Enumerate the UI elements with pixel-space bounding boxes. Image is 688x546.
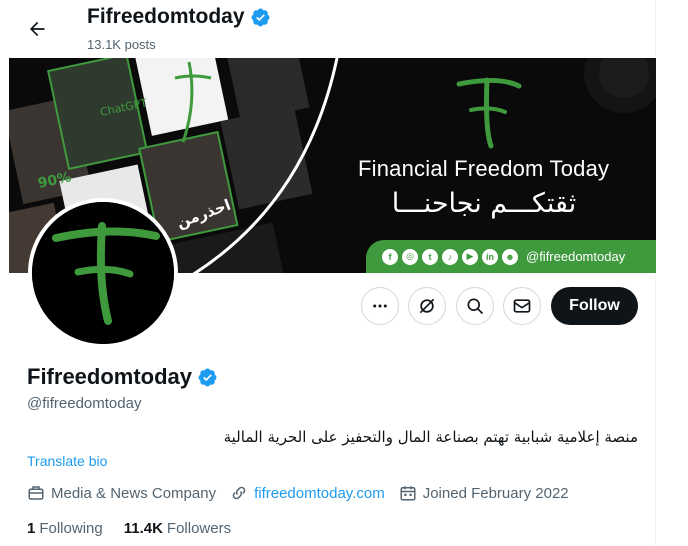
banner-social-bar: f ◎ t ♪ ▶ in ☻ @fifreedomtoday: [366, 240, 656, 273]
post-count: 13.1K posts: [87, 37, 156, 52]
tiktok-icon: ♪: [442, 248, 458, 265]
following-label: Following: [39, 520, 103, 537]
profile-name-text: Fifreedomtoday: [27, 364, 193, 389]
linkedin-icon: in: [482, 248, 498, 265]
facebook-icon: f: [382, 248, 398, 265]
header-title: Fifreedomtoday: [87, 5, 271, 29]
category-text: Media & News Company: [51, 484, 217, 502]
more-dots-icon: [373, 304, 387, 308]
header-name: Fifreedomtoday: [87, 5, 245, 28]
more-button[interactable]: [361, 287, 399, 325]
link-icon: [232, 486, 246, 500]
follow-counts: 1 Following 11.4K Followers: [27, 520, 231, 537]
followers-count: 11.4K: [123, 520, 163, 537]
grok-icon: [419, 298, 435, 314]
verified-badge-icon: [251, 8, 269, 26]
briefcase-icon: [28, 486, 44, 500]
profile-name: Fifreedomtoday: [27, 364, 218, 390]
joined-text: Joined February 2022: [422, 484, 569, 502]
message-button[interactable]: [503, 287, 541, 325]
banner-slogan: ثقتكـــم نجاحنـــا: [391, 188, 577, 219]
avatar[interactable]: [28, 198, 178, 348]
instagram-icon: ◎: [402, 248, 418, 265]
following-link[interactable]: 1 Following: [27, 520, 103, 537]
translate-bio-link[interactable]: Translate bio: [27, 453, 107, 469]
youtube-icon: ▶: [462, 248, 478, 265]
back-button[interactable]: [20, 12, 54, 46]
following-count: 1: [27, 520, 36, 537]
arrow-left-icon: [30, 21, 45, 37]
followers-label: Followers: [166, 520, 232, 537]
twitter-icon: t: [422, 248, 438, 265]
profile-handle: @fifreedomtoday: [27, 395, 142, 412]
verified-badge-icon[interactable]: [197, 367, 218, 388]
banner-handle: @fifreedomtoday: [526, 249, 626, 264]
envelope-icon: [513, 299, 531, 313]
profile-meta: Media & News Company fifreedomtoday.com …: [27, 484, 583, 502]
banner-title: Financial Freedom Today: [358, 156, 610, 181]
follow-button[interactable]: Follow: [551, 287, 638, 325]
profile-page: Fifreedomtoday 13.1K posts ChatGPT 90% ا…: [0, 0, 656, 546]
grok-button[interactable]: [408, 287, 446, 325]
followers-link[interactable]: 11.4K Followers: [124, 520, 231, 537]
website-link[interactable]: fifreedomtoday.com: [254, 485, 385, 502]
snapchat-icon: ☻: [502, 248, 518, 265]
website-item: fifreedomtoday.com: [230, 484, 385, 502]
profile-bio: منصة إعلامية شبابية تهتم بصناعة المال وا…: [223, 428, 638, 446]
top-bar: Fifreedomtoday 13.1K posts: [0, 0, 656, 58]
search-icon: [467, 298, 484, 315]
joined-item: Joined February 2022: [399, 484, 569, 502]
calendar-icon: [400, 486, 416, 501]
category-item: Media & News Company: [27, 484, 216, 502]
f-logo-icon: [32, 202, 174, 344]
search-button[interactable]: [456, 287, 494, 325]
